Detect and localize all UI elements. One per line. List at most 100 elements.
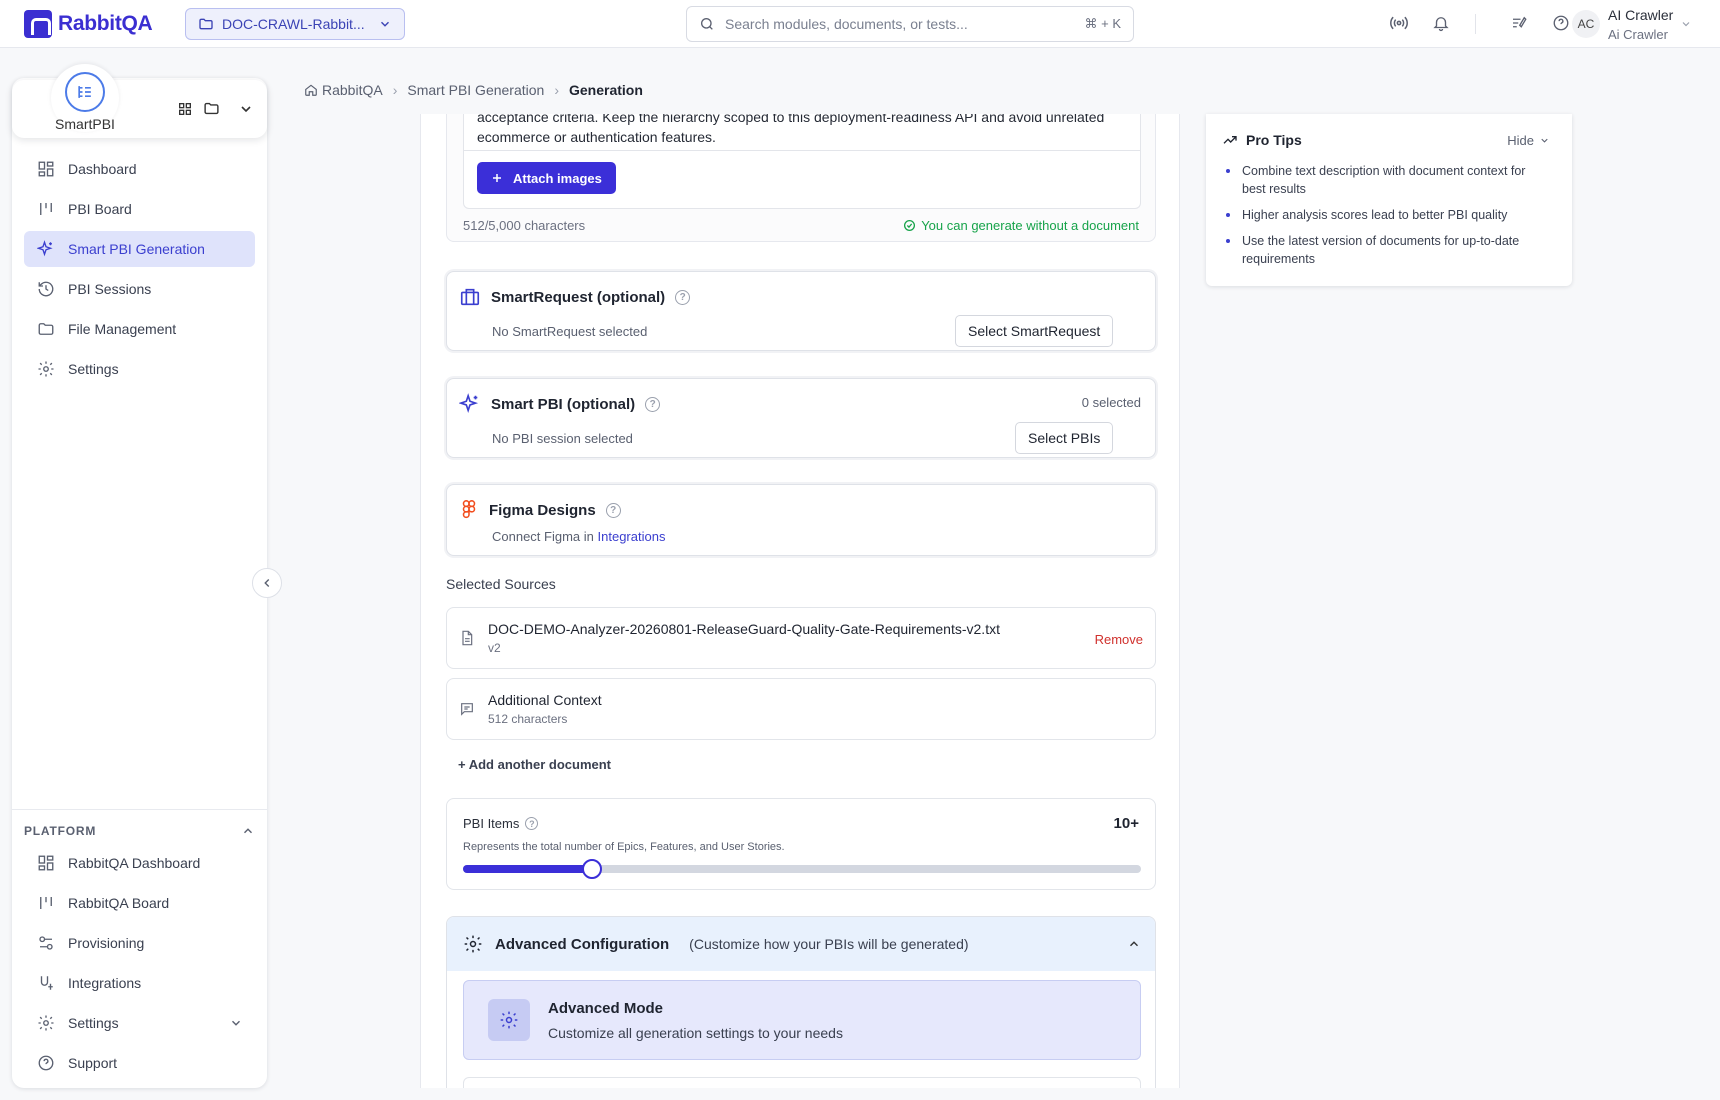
user-menu[interactable]: AI Crawler Ai Crawler: [1608, 5, 1673, 45]
trending-up-icon: [1222, 132, 1238, 148]
sidebar-item-label: Dashboard: [68, 161, 137, 177]
message-icon: [459, 701, 475, 717]
sidebar-item-support[interactable]: Support: [24, 1045, 255, 1081]
pro-tips-header: Pro Tips: [1222, 132, 1302, 148]
sidebar-item-pbi-sessions[interactable]: PBI Sessions: [24, 271, 255, 307]
advanced-configuration-header[interactable]: Advanced Configuration (Customize how yo…: [447, 917, 1155, 971]
help-icon[interactable]: ?: [645, 396, 661, 412]
folder-icon: [198, 16, 214, 32]
gear-icon: [36, 359, 56, 379]
smartrequest-empty: No SmartRequest selected: [492, 324, 648, 339]
bell-icon[interactable]: [1430, 12, 1452, 34]
attach-images-button[interactable]: Attach images: [477, 162, 616, 194]
description-divider: [464, 150, 1140, 151]
user-name: AI Crawler: [1608, 7, 1674, 23]
broadcast-icon[interactable]: [1388, 12, 1410, 34]
sidebar-item-integrations[interactable]: Integrations: [24, 965, 255, 1001]
figma-title: Figma Designs ?: [459, 499, 621, 521]
project-selector[interactable]: DOC-CRAWL-Rabbit...: [185, 8, 405, 40]
plus-icon: [491, 172, 503, 184]
sidebar-item-label: RabbitQA Board: [68, 895, 170, 911]
advanced-configuration-title: Advanced Configuration: [495, 935, 670, 953]
add-document-button[interactable]: + Add another document: [458, 757, 611, 772]
help-icon[interactable]: ?: [675, 289, 691, 305]
sidebar-item-label: Integrations: [68, 975, 142, 991]
sidebar-item-rabbitqa-board[interactable]: RabbitQA Board: [24, 885, 255, 921]
chevron-left-icon: [260, 576, 274, 590]
platform-divider: [12, 809, 267, 810]
app-logo[interactable]: RabbitQA: [24, 10, 153, 38]
sidebar-item-platform-settings[interactable]: Settings: [24, 1005, 255, 1041]
sidebar-item-settings[interactable]: Settings: [24, 351, 255, 387]
pbi-items-label: PBI Items: [463, 816, 520, 831]
slider-fill: [463, 865, 592, 873]
chevron-down-icon[interactable]: [1680, 18, 1692, 30]
sidebar-nav: Dashboard PBI Board Smart PBI Generation…: [24, 151, 255, 391]
gear-icon: [36, 1013, 56, 1033]
platform-nav: RabbitQA Dashboard RabbitQA Board Provis…: [24, 845, 255, 1085]
help-icon[interactable]: ?: [525, 817, 539, 830]
hide-tips-button[interactable]: Hide: [1507, 133, 1550, 148]
sidebar-item-label: PBI Board: [68, 201, 132, 217]
pbi-items-card: PBI Items ? 10+ Represents the total num…: [446, 798, 1156, 890]
advanced-mode-option[interactable]: Advanced Mode Customize all generation s…: [463, 980, 1141, 1060]
sidebar-item-provisioning[interactable]: Provisioning: [24, 925, 255, 961]
smart-pbi-title: Smart PBI (optional) ?: [459, 393, 661, 415]
description-textarea[interactable]: acceptance criteria. Keep the hierarchy …: [463, 114, 1141, 209]
avatar[interactable]: AC: [1572, 10, 1600, 38]
select-pbis-button[interactable]: Select PBIs: [1015, 422, 1114, 454]
search-placeholder: Search modules, documents, or tests...: [725, 16, 968, 32]
file-icon: [459, 630, 475, 646]
sidebar-item-dashboard[interactable]: Dashboard: [24, 151, 255, 187]
chevron-up-icon: [1127, 937, 1141, 951]
sidebar: SmartPBI Dashboard PBI Board Smart PBI G…: [12, 64, 267, 1088]
chevron-down-icon[interactable]: [238, 101, 254, 117]
sidebar-item-label: Support: [68, 1055, 118, 1071]
help-icon[interactable]: ?: [605, 502, 621, 518]
pro-tips-title: Pro Tips: [1246, 132, 1302, 148]
folder-icon[interactable]: [203, 100, 220, 117]
home-icon[interactable]: [304, 83, 318, 97]
sidebar-item-pbi-board[interactable]: PBI Board: [24, 191, 255, 227]
sidebar-item-label: File Management: [68, 321, 177, 337]
sidebar-item-rabbitqa-dashboard[interactable]: RabbitQA Dashboard: [24, 845, 255, 881]
source-item-document: DOC-DEMO-Analyzer-20260801-ReleaseGuard-…: [446, 607, 1156, 669]
sidebar-item-label: Provisioning: [68, 935, 145, 951]
pbi-items-title: PBI Items ?: [463, 816, 539, 831]
global-search[interactable]: Search modules, documents, or tests... ⌘…: [686, 6, 1134, 42]
sidebar-collapse-button[interactable]: [252, 568, 282, 598]
chevron-right-icon: ›: [554, 82, 559, 98]
sidebar-item-label: Smart PBI Generation: [68, 241, 205, 257]
sidebar-item-file-management[interactable]: File Management: [24, 311, 255, 347]
grid-icon[interactable]: [177, 101, 193, 117]
smartrequest-title-text: SmartRequest (optional): [491, 288, 666, 306]
advanced-mode-description: Customize all generation settings to you…: [548, 1025, 843, 1041]
tip-item: Higher analysis scores lead to better PB…: [1222, 206, 1552, 224]
select-smartrequest-button[interactable]: Select SmartRequest: [955, 315, 1114, 347]
breadcrumb-current: Generation: [569, 82, 643, 98]
integrations-link[interactable]: Integrations: [598, 529, 666, 544]
platform-section-header[interactable]: PLATFORM: [24, 817, 255, 845]
search-shortcut: ⌘ + K: [1084, 16, 1122, 31]
search-icon: [699, 16, 715, 32]
advanced-configuration-card: Advanced Configuration (Customize how yo…: [446, 916, 1156, 1088]
help-icon[interactable]: [1550, 12, 1572, 34]
breadcrumb-home[interactable]: RabbitQA: [322, 82, 383, 98]
smart-pbi-empty: No PBI session selected: [492, 431, 633, 446]
source-name: Additional Context: [488, 692, 602, 708]
sidebar-item-smart-pbi-generation[interactable]: Smart PBI Generation: [24, 231, 255, 267]
breadcrumb-section[interactable]: Smart PBI Generation: [407, 82, 544, 98]
user-role: Ai Crawler: [1608, 27, 1668, 42]
pbi-items-slider[interactable]: [463, 859, 1141, 879]
slider-thumb[interactable]: [581, 859, 602, 879]
main-content: acceptance criteria. Keep the hierarchy …: [420, 114, 1180, 1088]
theme-brush-icon[interactable]: [1508, 12, 1530, 34]
smartrequest-card: SmartRequest (optional) ? No SmartReques…: [446, 271, 1156, 351]
remove-source-button[interactable]: Remove: [1095, 632, 1143, 647]
dashboard-icon: [36, 853, 56, 873]
app-switcher: SmartPBI: [12, 64, 267, 138]
sparkle-icon: [459, 393, 481, 415]
smart-pbi-card: Smart PBI (optional) ? 0 selected No PBI…: [446, 378, 1156, 458]
source-item-additional-context: Additional Context 512 characters: [446, 678, 1156, 740]
breadcrumb: RabbitQA › Smart PBI Generation › Genera…: [304, 82, 643, 98]
